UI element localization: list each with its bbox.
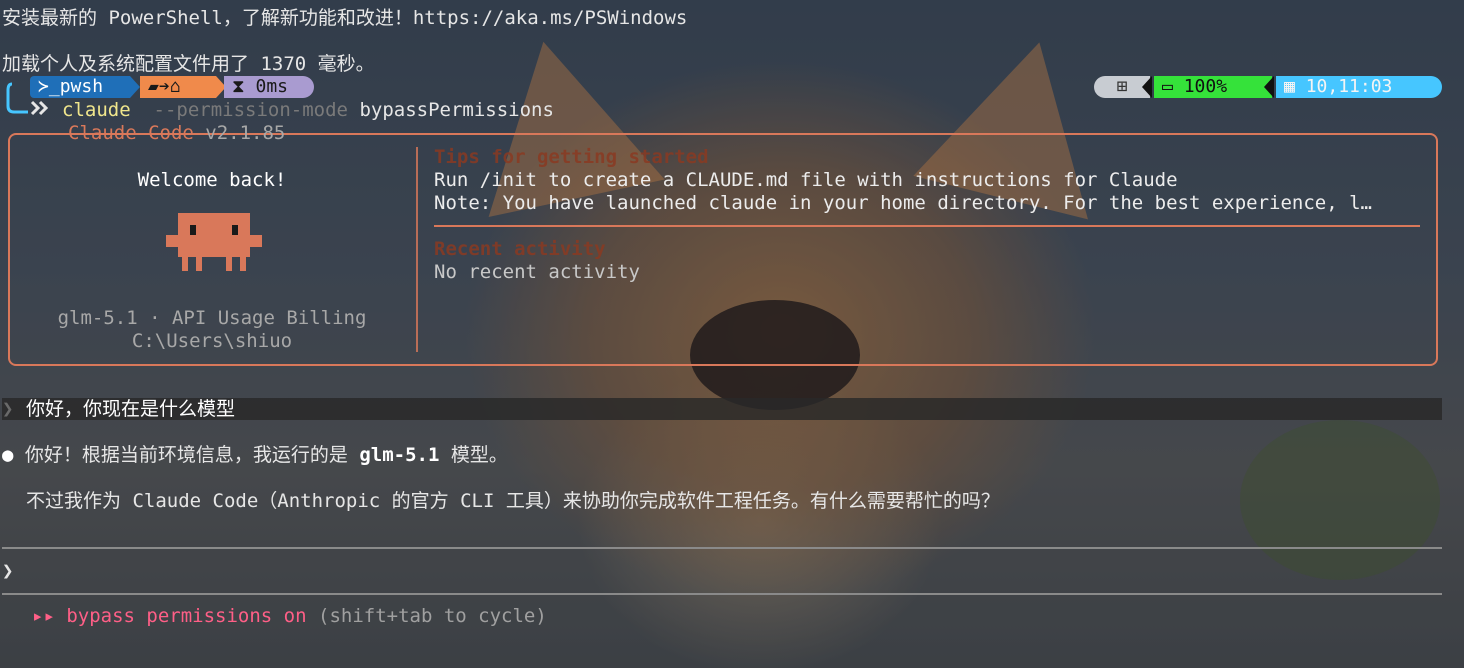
command-line: claude --permission-mode bypassPermissio…	[62, 98, 554, 122]
profile-load-time: 加载个人及系统配置文件用了 1370 毫秒。	[2, 53, 375, 75]
welcome-panel-title: Claude Code v2.1.85	[68, 122, 286, 144]
panel-horizontal-divider	[434, 225, 1420, 227]
assistant-reply-line1: ● 你好！根据当前环境信息，我运行的是 glm-5.1 模型。	[2, 444, 508, 466]
permission-mode-status[interactable]: ▸▸ bypass permissions on (shift+tab to c…	[32, 604, 547, 628]
stopwatch-icon: ⧗	[232, 76, 256, 97]
folder-icon: ▰➔	[148, 76, 170, 97]
command-flag-value: bypassPermissions	[359, 99, 554, 121]
duration-segment: ⧗ 0ms	[224, 76, 314, 98]
shell-segment: ≻_pwsh	[30, 76, 130, 98]
prompt-input[interactable]: ❯	[2, 559, 1442, 585]
time-segment: ▦ 10,11:03	[1276, 76, 1442, 98]
panel-vertical-divider	[416, 147, 418, 352]
wallpaper-leaves	[1240, 420, 1440, 580]
input-top-border	[2, 547, 1442, 549]
segment-arrow	[1264, 76, 1274, 98]
command-name: claude	[62, 99, 131, 121]
assistant-reply-line2: 不过我作为 Claude Code（Anthropic 的官方 CLI 工具）来…	[26, 490, 1000, 512]
user-message-row: ❯ 你好，你现在是什么模型	[2, 398, 1442, 420]
tips-heading: Tips for getting started	[434, 146, 709, 168]
input-prompt-marker: ❯	[2, 560, 14, 582]
segment-arrow	[130, 76, 140, 98]
path-segment: ▰➔⌂	[140, 76, 216, 98]
battery-icon: ▭	[1162, 76, 1184, 97]
segment-arrow	[1142, 76, 1152, 98]
permission-mode-hint: (shift+tab to cycle)	[318, 605, 547, 627]
recent-activity-heading: Recent activity	[434, 238, 606, 260]
powershell-update-notice: 安装最新的 PowerShell，了解新功能和改进！https://aka.ms…	[2, 7, 688, 29]
windows-icon: ⊞	[1116, 76, 1128, 97]
recent-activity-empty: No recent activity	[434, 261, 640, 283]
fast-forward-icon: ▸▸	[32, 605, 55, 627]
model-info: glm-5.1 · API Usage Billing	[57, 307, 367, 329]
claude-mascot-icon	[166, 213, 262, 271]
user-message: 你好，你现在是什么模型	[26, 398, 236, 420]
permission-mode-text: bypass permissions on	[66, 605, 307, 627]
welcome-panel: Claude Code v2.1.85 Welcome back! glm-5.…	[8, 122, 1438, 366]
user-prompt-marker: ❯	[2, 398, 14, 420]
tip-init: Run /init to create a CLAUDE.md file wit…	[434, 169, 1178, 191]
command-flag: --permission-mode	[153, 99, 348, 121]
home-icon: ⌂	[169, 76, 181, 97]
terminal-icon: ≻_	[38, 76, 60, 97]
reply-bullet-icon: ●	[2, 444, 14, 466]
welcome-greeting: Welcome back!	[137, 169, 287, 191]
calendar-icon: ▦	[1284, 76, 1306, 97]
working-directory: C:\Users\shiuo	[131, 330, 293, 352]
reply-model-name: glm-5.1	[359, 444, 440, 466]
input-bottom-border	[2, 593, 1442, 595]
tip-home-directory: Note: You have launched claude in your h…	[434, 192, 1372, 214]
battery-segment: ▭ 100%	[1154, 76, 1272, 98]
